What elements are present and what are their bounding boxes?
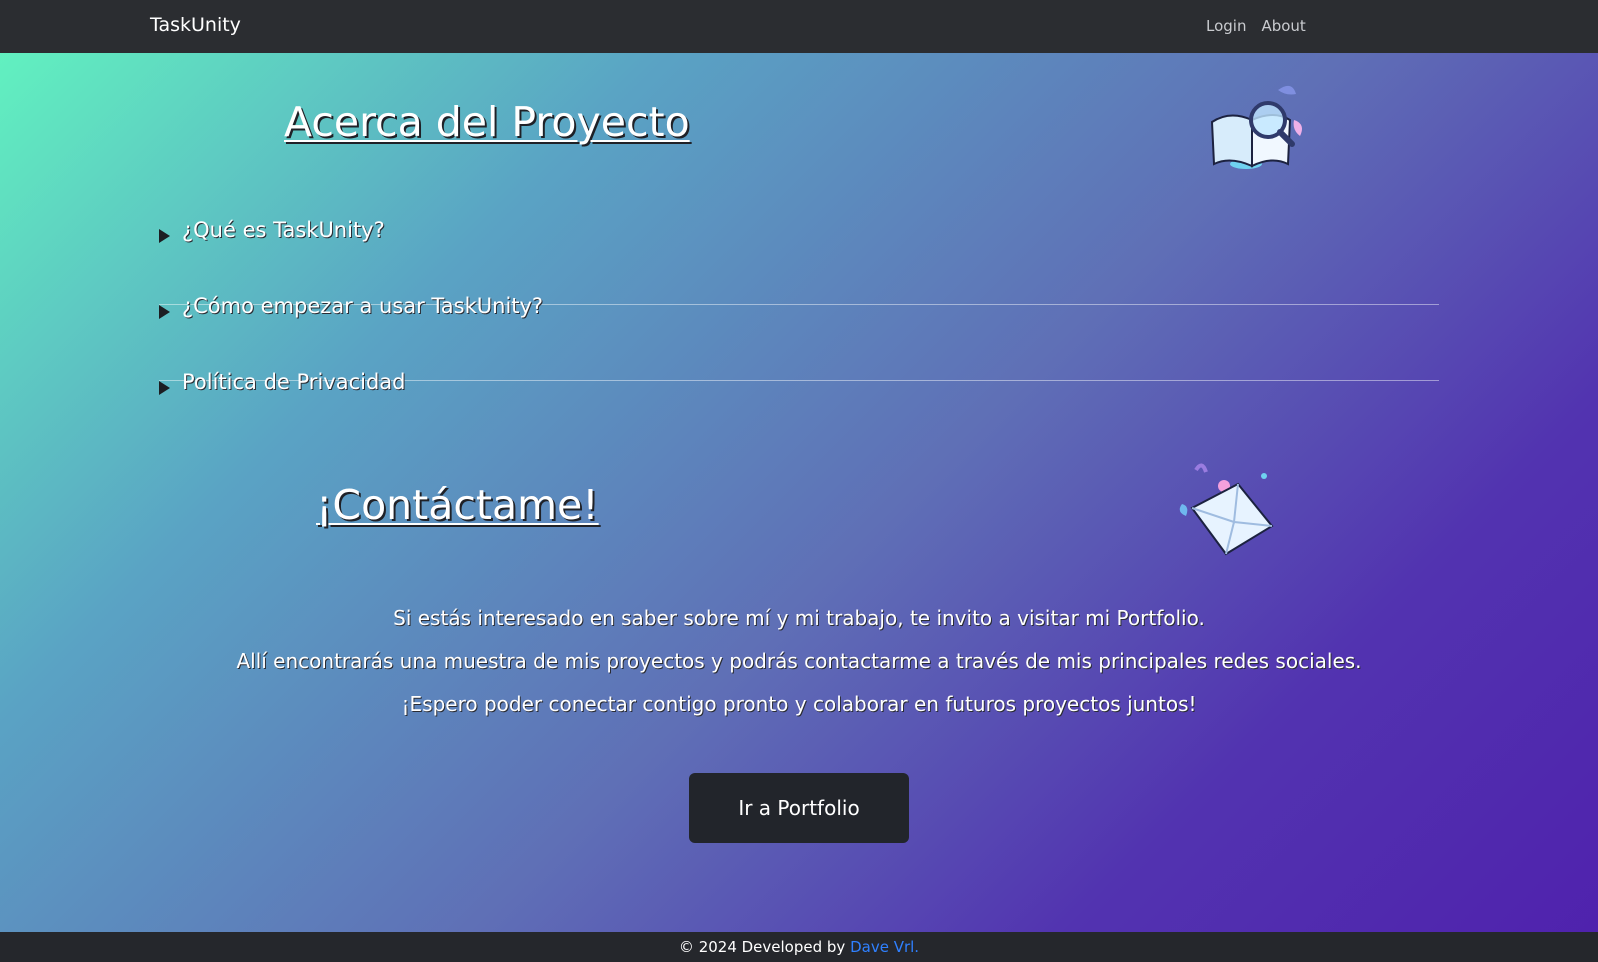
- envelope-icon: [1176, 456, 1276, 566]
- footer-text: © 2024 Developed by: [678, 938, 851, 956]
- nav-about-link[interactable]: About: [1261, 17, 1305, 35]
- portfolio-button[interactable]: Ir a Portfolio: [689, 773, 909, 843]
- contact-title: ¡Contáctame!: [316, 481, 599, 529]
- faq-question: ¿Qué es TaskUnity?: [182, 218, 385, 242]
- contact-paragraph: ¡Espero poder conectar contigo pronto y …: [401, 692, 1197, 716]
- faq-summary[interactable]: Política de Privacidad: [159, 370, 1439, 457]
- footer-author-link[interactable]: Dave Vrl.: [850, 938, 919, 956]
- disclosure-triangle-icon: [159, 381, 170, 395]
- brand-logo[interactable]: TaskUnity: [150, 14, 241, 36]
- faq-item-privacy[interactable]: Política de Privacidad: [159, 370, 1439, 457]
- navbar: TaskUnity Login About: [0, 0, 1598, 53]
- disclosure-triangle-icon: [159, 229, 170, 243]
- footer: © 2024 Developed by Dave Vrl.: [0, 932, 1598, 962]
- about-title: Acerca del Proyecto: [284, 98, 690, 146]
- nav-links: Login About: [1206, 17, 1306, 35]
- contact-paragraph: Allí encontrarás una muestra de mis proy…: [236, 649, 1362, 673]
- faq-question: ¿Cómo empezar a usar TaskUnity?: [182, 294, 544, 318]
- contact-paragraph: Si estás interesado en saber sobre mí y …: [393, 606, 1205, 630]
- book-magnifier-icon: [1208, 80, 1308, 172]
- disclosure-triangle-icon: [159, 305, 170, 319]
- faq-question: Política de Privacidad: [182, 370, 406, 394]
- nav-login-link[interactable]: Login: [1206, 17, 1246, 35]
